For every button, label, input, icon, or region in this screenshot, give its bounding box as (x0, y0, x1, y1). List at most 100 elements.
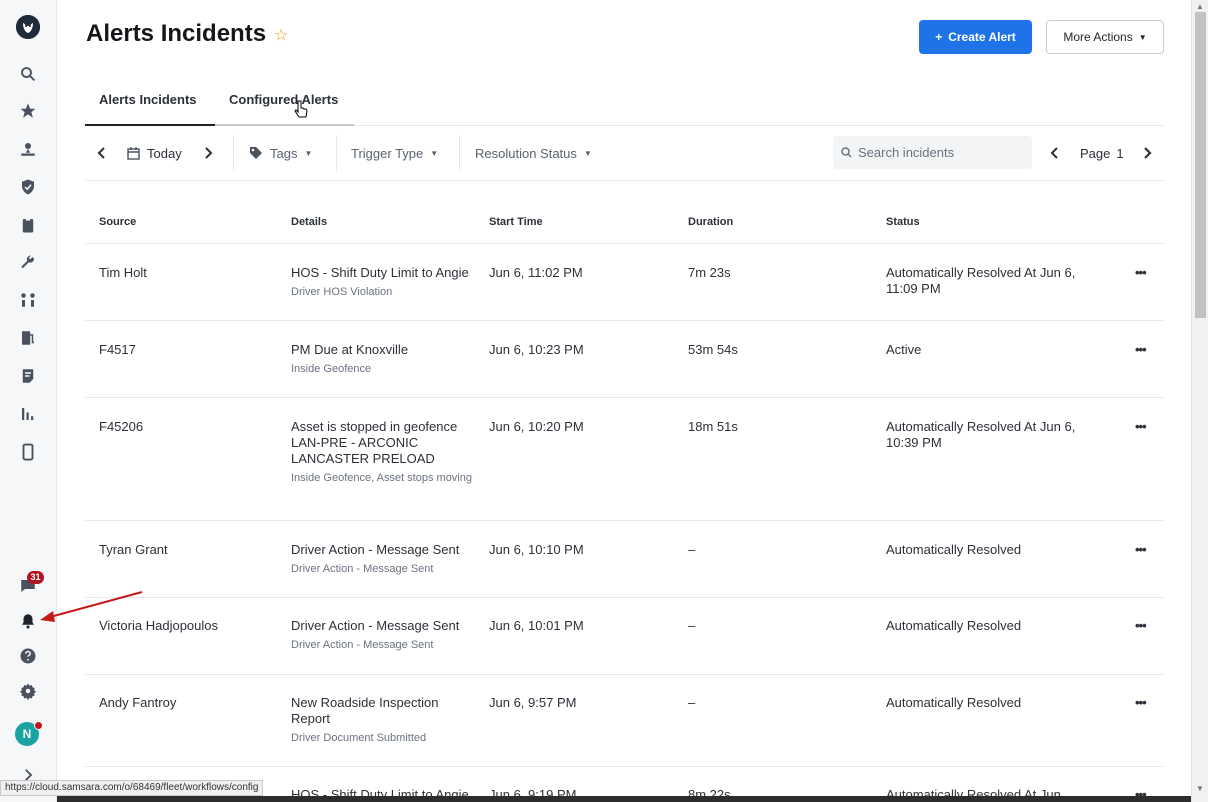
resolution-status-filter-dropdown[interactable]: Resolution Status ▼ (475, 127, 592, 179)
row-details: PM Due at Knoxville Inside Geofence (291, 342, 486, 377)
row-source: Victoria Hadjopoulos (99, 618, 218, 633)
row-source: Tyran Grant (99, 542, 168, 557)
row-status: Automatically Resolved (886, 542, 1022, 557)
vertical-scrollbar[interactable]: ▲ ▼ (1191, 0, 1208, 802)
search-incidents-field[interactable]: Search incidents (833, 136, 1032, 169)
hand-cursor-icon (294, 100, 308, 118)
tab-alerts-incidents[interactable]: Alerts Incidents (85, 92, 215, 126)
chevron-left-icon (1050, 147, 1058, 159)
table-row[interactable]: Tim Holt HOS - Shift Duty Limit to Angie… (85, 244, 1164, 321)
row-detail-subtitle: Driver HOS Violation (291, 286, 393, 298)
row-detail-subtitle: Inside Geofence (291, 363, 372, 375)
row-start-time: Jun 6, 10:23 PM (489, 342, 584, 357)
resolution-status-filter-label: Resolution Status (475, 145, 577, 161)
search-incidents-placeholder: Search incidents (858, 145, 955, 160)
wrench-icon[interactable] (17, 252, 39, 274)
samsara-logo-icon[interactable] (16, 15, 40, 39)
avatar-notification-dot (34, 721, 43, 730)
row-detail-subtitle: Driver Document Submitted (291, 732, 427, 744)
table-row[interactable]: F4517 PM Due at Knoxville Inside Geofenc… (85, 321, 1164, 398)
row-detail-title: Asset is stopped in geofence LAN-PRE - A… (291, 419, 458, 466)
row-duration: – (688, 695, 696, 710)
table-row[interactable]: Victoria Hadjopoulos Driver Action - Mes… (85, 598, 1164, 675)
reports-bar-chart-icon[interactable] (17, 403, 39, 425)
routes-icon[interactable] (17, 289, 39, 311)
column-header-details[interactable]: Details (291, 216, 327, 228)
column-header-status[interactable]: Status (886, 216, 920, 228)
page-title: Alerts Incidents (86, 20, 267, 47)
table-row[interactable]: Tyran Grant Driver Action - Message Sent… (85, 521, 1164, 598)
row-source: F4517 (99, 342, 136, 357)
row-source: Andy Fantroy (99, 695, 177, 710)
scroll-up-arrow-icon[interactable]: ▲ (1196, 2, 1204, 11)
row-start-time: Jun 6, 10:20 PM (489, 419, 584, 434)
tags-filter-dropdown[interactable]: Tags ▼ (249, 127, 312, 179)
row-more-options-icon[interactable]: ••• (1135, 265, 1147, 280)
date-prev-button[interactable] (97, 127, 107, 179)
row-start-time: Jun 6, 10:10 PM (489, 542, 584, 557)
date-picker[interactable]: Today (127, 127, 182, 179)
row-start-time: Jun 6, 9:57 PM (489, 695, 577, 710)
column-header-duration[interactable]: Duration (688, 216, 733, 228)
tab-bar: Alerts Incidents Configured Alerts (85, 86, 1164, 126)
search-icon[interactable] (17, 63, 39, 85)
window-bottom-edge (57, 796, 1208, 802)
chevron-left-icon (97, 147, 105, 159)
chevron-right-icon (1144, 147, 1152, 159)
alerts-bell-icon[interactable] (17, 610, 39, 632)
table-row[interactable]: F45206 Asset is stopped in geofence LAN-… (85, 398, 1164, 521)
date-label: Today (147, 145, 182, 161)
map-pin-icon[interactable] (17, 138, 39, 160)
mobile-device-icon[interactable] (17, 441, 39, 463)
row-status: Automatically Resolved (886, 618, 1022, 633)
page-prev-button[interactable] (1050, 127, 1060, 179)
tab-hover-underline (215, 124, 354, 126)
scrollbar-thumb[interactable] (1195, 12, 1206, 318)
clipboard-icon[interactable] (17, 214, 39, 236)
favorites-star-icon[interactable] (17, 100, 39, 122)
row-details: New Roadside Inspection Report Driver Do… (291, 695, 471, 746)
scroll-down-arrow-icon[interactable]: ▼ (1196, 784, 1204, 793)
shield-icon[interactable] (17, 176, 39, 198)
search-icon (841, 147, 852, 158)
trigger-type-filter-dropdown[interactable]: Trigger Type ▼ (351, 127, 438, 179)
page-number: 1 (1116, 145, 1124, 161)
row-detail-title: HOS - Shift Duty Limit to Angie (291, 265, 469, 280)
row-source: F45206 (99, 419, 144, 434)
settings-gear-icon[interactable] (17, 680, 39, 702)
plus-icon: + (935, 30, 943, 44)
table-row[interactable]: Andy Fantroy New Roadside Inspection Rep… (85, 675, 1164, 767)
column-header-source[interactable]: Source (99, 216, 136, 228)
row-duration: – (688, 542, 696, 557)
row-details: Driver Action - Message Sent Driver Acti… (291, 542, 486, 577)
row-more-options-icon[interactable]: ••• (1135, 419, 1147, 434)
row-details: Asset is stopped in geofence LAN-PRE - A… (291, 419, 481, 486)
row-more-options-icon[interactable]: ••• (1135, 542, 1147, 557)
row-detail-title: PM Due at Knoxville (291, 342, 409, 357)
documents-icon[interactable] (17, 365, 39, 387)
incidents-table-header: Source Details Start Time Duration Statu… (85, 205, 1164, 244)
row-detail-title: Driver Action - Message Sent (291, 542, 460, 557)
row-more-options-icon[interactable]: ••• (1135, 618, 1147, 633)
left-nav-rail: 31 N (0, 0, 57, 802)
page-next-button[interactable] (1142, 127, 1152, 179)
more-actions-button[interactable]: More Actions ▼ (1046, 20, 1164, 54)
row-status: Automatically Resolved (886, 695, 1022, 710)
filter-divider (233, 135, 234, 171)
caret-down-icon: ▼ (430, 148, 439, 158)
row-start-time: Jun 6, 11:02 PM (489, 265, 583, 280)
help-icon[interactable] (17, 645, 39, 667)
page-label: Page (1080, 145, 1111, 161)
date-next-button[interactable] (203, 127, 213, 179)
more-actions-label: More Actions (1063, 30, 1133, 44)
row-more-options-icon[interactable]: ••• (1135, 695, 1147, 710)
column-header-start-time[interactable]: Start Time (489, 216, 543, 228)
create-alert-button[interactable]: + Create Alert (919, 20, 1032, 54)
fuel-icon[interactable] (17, 327, 39, 349)
row-duration: 7m 23s (688, 265, 731, 280)
tab-configured-alerts[interactable]: Configured Alerts (229, 92, 338, 126)
row-detail-subtitle: Driver Action - Message Sent (291, 639, 434, 651)
favorite-star-icon[interactable]: ☆ (274, 25, 288, 45)
chevron-right-icon (205, 147, 213, 159)
row-more-options-icon[interactable]: ••• (1135, 342, 1147, 357)
